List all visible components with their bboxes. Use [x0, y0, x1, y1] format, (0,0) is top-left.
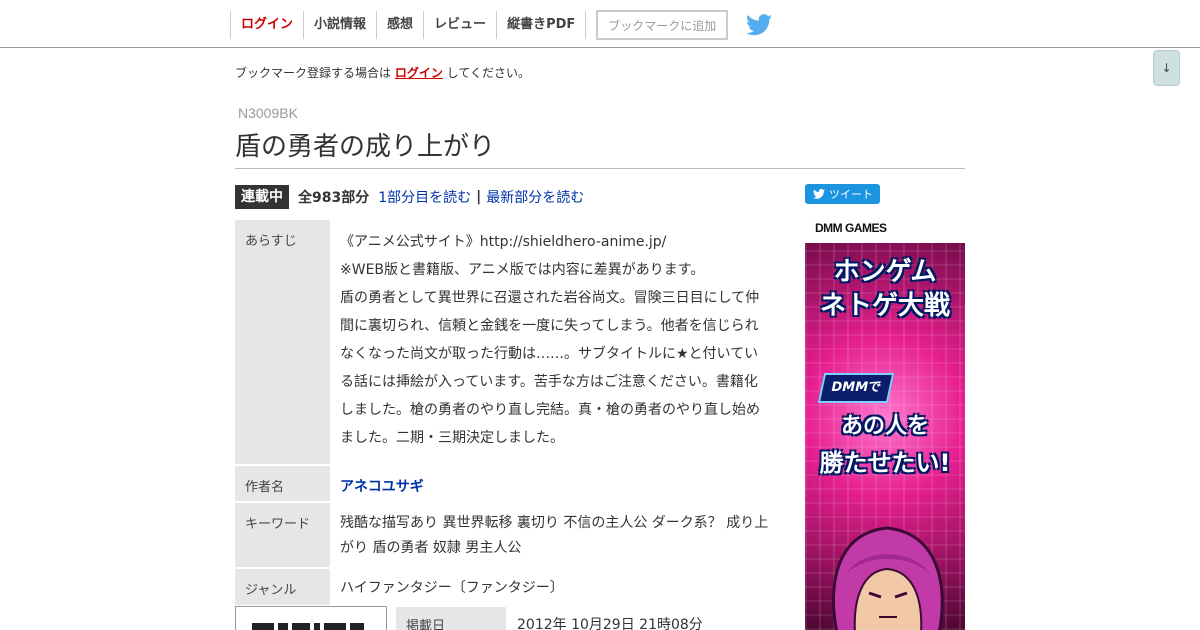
ad-game-title-line: ホンゲム	[833, 257, 937, 287]
genre-row: ジャンル ハイファンタジー〔ファンタジー〕	[235, 569, 780, 605]
author-row: 作者名 アネコユサギ	[235, 466, 780, 501]
qr-code	[235, 606, 387, 630]
read-first-part-link[interactable]: 1部分目を読む	[378, 187, 471, 207]
keyword-label: キーワード	[235, 503, 330, 567]
synopsis-line: 間に裏切られ、信頼と金銭を一度に失ってしまう。他者を信じられ	[340, 318, 759, 334]
tweet-button[interactable]: ツイート	[805, 184, 880, 204]
publish-date-value: 2012年 10月29日 21時08分	[517, 617, 703, 630]
nav-novel-info-link[interactable]: 小説情報	[303, 11, 376, 39]
add-bookmark-button[interactable]: ブックマークに追加	[596, 10, 729, 40]
notice-login-link[interactable]: ログイン	[395, 66, 443, 80]
novel-info-table: あらすじ 《アニメ公式サイト》http://shieldhero-anime.j…	[235, 218, 780, 607]
ad-tagline-2: 勝たせたい!	[819, 449, 951, 477]
author-cell: アネコユサギ	[330, 466, 780, 501]
author-link[interactable]: アネコユサギ	[340, 479, 424, 495]
synopsis-row: あらすじ 《アニメ公式サイト》http://shieldhero-anime.j…	[235, 220, 780, 464]
keyword-list: 残酷な描写あり 異世界転移 裏切り 不信の主人公 ダーク系？ 成り上 がり 盾の…	[330, 503, 780, 567]
total-parts-count: 全983部分	[298, 190, 370, 206]
ad-game-title: ホンゲム ネトゲ大戦	[815, 255, 955, 323]
synopsis-line: る話には挿絵が入っています。苦手な方はご注意ください。書籍化	[340, 374, 758, 390]
publish-date-label: 掲載日	[396, 607, 506, 630]
novel-title: 盾の勇者の成り上がり	[235, 126, 965, 169]
ad-tagline-1: あの人を	[840, 414, 929, 439]
advertisement-banner[interactable]: ホンゲム ネトゲ大戦 DMMで あの人を 勝たせたい!	[805, 243, 965, 630]
synopsis-label: あらすじ	[235, 220, 330, 464]
synopsis-text: 《アニメ公式サイト》http://shieldhero-anime.jp/ ※W…	[330, 220, 780, 464]
synopsis-line: ました。二期・三期決定しました。	[340, 430, 564, 446]
synopsis-line: しました。槍の勇者のやり直し完結。真・槍の勇者のやり直し始め	[340, 402, 760, 418]
ad-character-illustration	[832, 526, 944, 630]
notice-text-after: してください。	[446, 66, 530, 80]
novel-ncode: N3009BK	[238, 105, 298, 121]
twitter-bird-icon[interactable]	[746, 14, 773, 36]
nav-vertical-pdf-link[interactable]: 縦書きPDF	[496, 11, 587, 39]
notice-text-before: ブックマーク登録する場合は	[235, 66, 392, 80]
genre-value: ハイファンタジー〔ファンタジー〕	[340, 580, 564, 596]
ad-header[interactable]: DMM GAMES	[805, 213, 965, 243]
keyword-line: がり 盾の勇者 奴隷 男主人公	[340, 540, 522, 556]
scroll-down-button[interactable]: ↓	[1153, 50, 1180, 86]
twitter-bird-icon-graphic	[746, 14, 773, 36]
nav-impressions-link[interactable]: 感想	[376, 11, 423, 39]
top-nav-menu: ログイン 小説情報 感想 レビュー 縦書きPDF ブックマークに追加	[230, 10, 773, 40]
nav-review-link[interactable]: レビュー	[423, 11, 496, 39]
link-separator: |	[476, 189, 482, 205]
read-latest-part-link[interactable]: 最新部分を読む	[486, 187, 584, 207]
keyword-row: キーワード 残酷な描写あり 異世界転移 裏切り 不信の主人公 ダーク系？ 成り上…	[235, 503, 780, 567]
novel-status-row: 連載中 全983部分 1部分目を読む | 最新部分を読む	[235, 185, 584, 209]
serialization-status-badge: 連載中	[235, 185, 289, 209]
nav-login-link[interactable]: ログイン	[230, 11, 303, 39]
ad-game-title-line: ネトゲ大戦	[819, 291, 950, 321]
genre-label: ジャンル	[235, 569, 330, 605]
synopsis-line: なくなった尚文が取った行動は……。サブタイトルに★と付いてい	[340, 346, 759, 362]
author-label: 作者名	[235, 466, 330, 501]
keyword-line: 残酷な描写あり 異世界転移 裏切り 不信の主人公 ダーク系？ 成り上	[340, 515, 769, 531]
qr-code-pattern	[252, 623, 372, 630]
synopsis-line: 《アニメ公式サイト》http://shieldhero-anime.jp/	[340, 234, 667, 250]
twitter-bird-icon	[813, 189, 825, 199]
synopsis-line: ※WEB版と書籍版、アニメ版では内容に差異があります。	[340, 262, 705, 278]
bookmark-login-notice: ブックマーク登録する場合は ログイン してください。	[235, 64, 530, 81]
top-nav-bar: ログイン 小説情報 感想 レビュー 縦書きPDF ブックマークに追加	[0, 0, 1200, 48]
tweet-button-label: ツイート	[829, 188, 873, 201]
dmm-games-logo: DMM GAMES	[815, 221, 887, 235]
synopsis-line: 盾の勇者として異世界に召還された岩谷尚文。冒険三日目にして仲	[340, 290, 760, 306]
ad-dmm-badge: DMMで	[817, 373, 895, 403]
